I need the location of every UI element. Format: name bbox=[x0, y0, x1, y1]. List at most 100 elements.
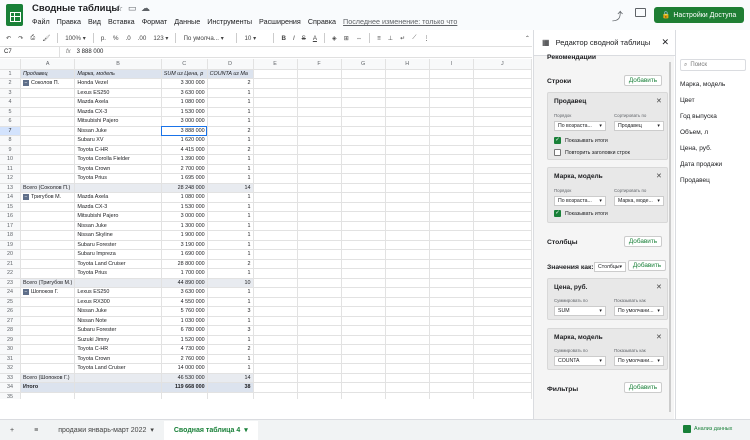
cell[interactable] bbox=[253, 97, 298, 108]
cell[interactable] bbox=[429, 306, 474, 317]
cell[interactable] bbox=[341, 278, 386, 288]
cell-sum[interactable]: 28 800 000 bbox=[161, 259, 208, 269]
order-select[interactable]: По возраста... ▾ bbox=[554, 196, 606, 206]
cell-count[interactable]: 3 bbox=[207, 306, 254, 317]
cell[interactable] bbox=[473, 240, 532, 250]
row-number[interactable]: 28 bbox=[0, 325, 21, 336]
cell[interactable] bbox=[341, 173, 386, 184]
more-formats-button[interactable]: 123 ▾ bbox=[153, 35, 168, 42]
cell-seller[interactable]: Всего (Тригубов М.) bbox=[20, 278, 76, 288]
row-number[interactable]: 17 bbox=[0, 221, 21, 231]
cell[interactable] bbox=[341, 240, 386, 250]
cell-model[interactable]: Nissan Juke bbox=[74, 306, 162, 317]
cell[interactable] bbox=[341, 287, 386, 298]
cell[interactable] bbox=[473, 116, 532, 127]
cell-seller[interactable] bbox=[20, 335, 76, 345]
cell-model[interactable]: Mitsubishi Pajero bbox=[74, 211, 162, 222]
row-number[interactable]: 9 bbox=[0, 145, 21, 155]
cell[interactable] bbox=[473, 392, 532, 399]
cell-model[interactable] bbox=[74, 183, 162, 193]
cell-sum[interactable]: 1 520 000 bbox=[161, 335, 208, 345]
sort-select[interactable]: Продавец ▾ bbox=[614, 121, 664, 131]
field-item-price[interactable]: Цена, руб. bbox=[680, 145, 712, 152]
cell-seller[interactable] bbox=[20, 126, 76, 136]
cell[interactable] bbox=[253, 164, 298, 174]
cell[interactable] bbox=[473, 69, 532, 79]
cell[interactable] bbox=[341, 392, 386, 399]
cell[interactable] bbox=[253, 278, 298, 288]
cell[interactable] bbox=[341, 107, 386, 117]
cell[interactable] bbox=[253, 354, 298, 364]
column-header-f[interactable]: F bbox=[297, 59, 342, 70]
cell-seller[interactable] bbox=[20, 97, 76, 108]
cell[interactable] bbox=[385, 249, 430, 260]
cell[interactable] bbox=[297, 230, 342, 241]
cell[interactable] bbox=[429, 202, 474, 212]
cell[interactable] bbox=[385, 335, 430, 345]
repeat-headers-checkbox[interactable] bbox=[554, 149, 561, 156]
row-number[interactable]: 24 bbox=[0, 287, 21, 298]
cell[interactable] bbox=[473, 135, 532, 146]
cell[interactable] bbox=[473, 382, 532, 393]
cell-count[interactable]: 2 bbox=[207, 259, 254, 269]
cell-count[interactable]: 1 bbox=[207, 221, 254, 231]
cell[interactable] bbox=[473, 145, 532, 155]
show-as-select[interactable]: По умолчани... ▾ bbox=[614, 356, 664, 366]
cell-seller[interactable] bbox=[20, 145, 76, 155]
cell[interactable] bbox=[429, 354, 474, 364]
cell[interactable] bbox=[253, 297, 298, 307]
cell-sum[interactable]: 4 550 000 bbox=[161, 297, 208, 307]
cell[interactable] bbox=[253, 344, 298, 355]
cell[interactable] bbox=[429, 268, 474, 279]
cell-count[interactable]: 1 bbox=[207, 363, 254, 374]
cell[interactable] bbox=[473, 249, 532, 260]
cell-seller[interactable] bbox=[20, 268, 76, 279]
cell-seller[interactable] bbox=[20, 154, 76, 165]
column-header-i[interactable]: I bbox=[429, 59, 474, 70]
cell[interactable] bbox=[253, 230, 298, 241]
summarize-select[interactable]: COUNTA ▾ bbox=[554, 356, 606, 366]
cell[interactable] bbox=[473, 354, 532, 364]
row-number[interactable]: 13 bbox=[0, 183, 21, 193]
cell[interactable] bbox=[473, 78, 532, 89]
tab-pivot-table-4[interactable]: Сводная таблица 4 ▾ bbox=[163, 420, 258, 440]
cell-model[interactable]: Nissan Skyline bbox=[74, 230, 162, 241]
cell[interactable] bbox=[341, 344, 386, 355]
cell[interactable] bbox=[297, 344, 342, 355]
cell-sum[interactable]: 3 888 000 bbox=[161, 126, 208, 136]
menu-view[interactable]: Вид bbox=[88, 17, 101, 26]
cell-seller[interactable] bbox=[20, 230, 76, 241]
cell-model[interactable]: Nissan Note bbox=[74, 316, 162, 326]
row-number[interactable]: 34 bbox=[0, 382, 21, 393]
cell-seller[interactable] bbox=[20, 202, 76, 212]
select-all-corner[interactable] bbox=[0, 59, 21, 70]
cell[interactable] bbox=[429, 230, 474, 241]
cell[interactable] bbox=[385, 363, 430, 374]
cell-sum[interactable]: 3 000 000 bbox=[161, 116, 208, 127]
cell[interactable] bbox=[473, 97, 532, 108]
cell-model[interactable]: Mazda CX-3 bbox=[74, 202, 162, 212]
sort-select[interactable]: Марка, моде... ▾ bbox=[614, 196, 664, 206]
cell-seller[interactable]: Всего (Соколов П.) bbox=[20, 183, 76, 193]
cell[interactable] bbox=[385, 259, 430, 269]
pivot-header-model[interactable]: Марка, модель bbox=[74, 69, 162, 79]
cell[interactable] bbox=[385, 287, 430, 298]
cell[interactable] bbox=[253, 202, 298, 212]
cell[interactable] bbox=[341, 88, 386, 98]
cell-model[interactable]: Mazda Axela bbox=[74, 97, 162, 108]
cell[interactable] bbox=[253, 325, 298, 336]
menu-format[interactable]: Формат bbox=[142, 17, 168, 26]
menu-extensions[interactable]: Расширения bbox=[259, 17, 301, 26]
cell-count[interactable]: 1 bbox=[207, 240, 254, 250]
cell-count[interactable]: 1 bbox=[207, 297, 254, 307]
cell[interactable] bbox=[473, 363, 532, 374]
cell[interactable] bbox=[341, 230, 386, 241]
cell-count[interactable]: 1 bbox=[207, 154, 254, 165]
sheets-logo-icon[interactable] bbox=[6, 4, 23, 26]
tab-sales-q1[interactable]: продажи январь-март 2022 ▾ bbox=[48, 420, 164, 440]
cell[interactable] bbox=[429, 154, 474, 165]
cell[interactable] bbox=[297, 287, 342, 298]
currency-format-button[interactable]: р. bbox=[101, 35, 106, 42]
all-sheets-button[interactable]: ≡ bbox=[24, 420, 48, 440]
row-number[interactable]: 14 bbox=[0, 192, 21, 203]
